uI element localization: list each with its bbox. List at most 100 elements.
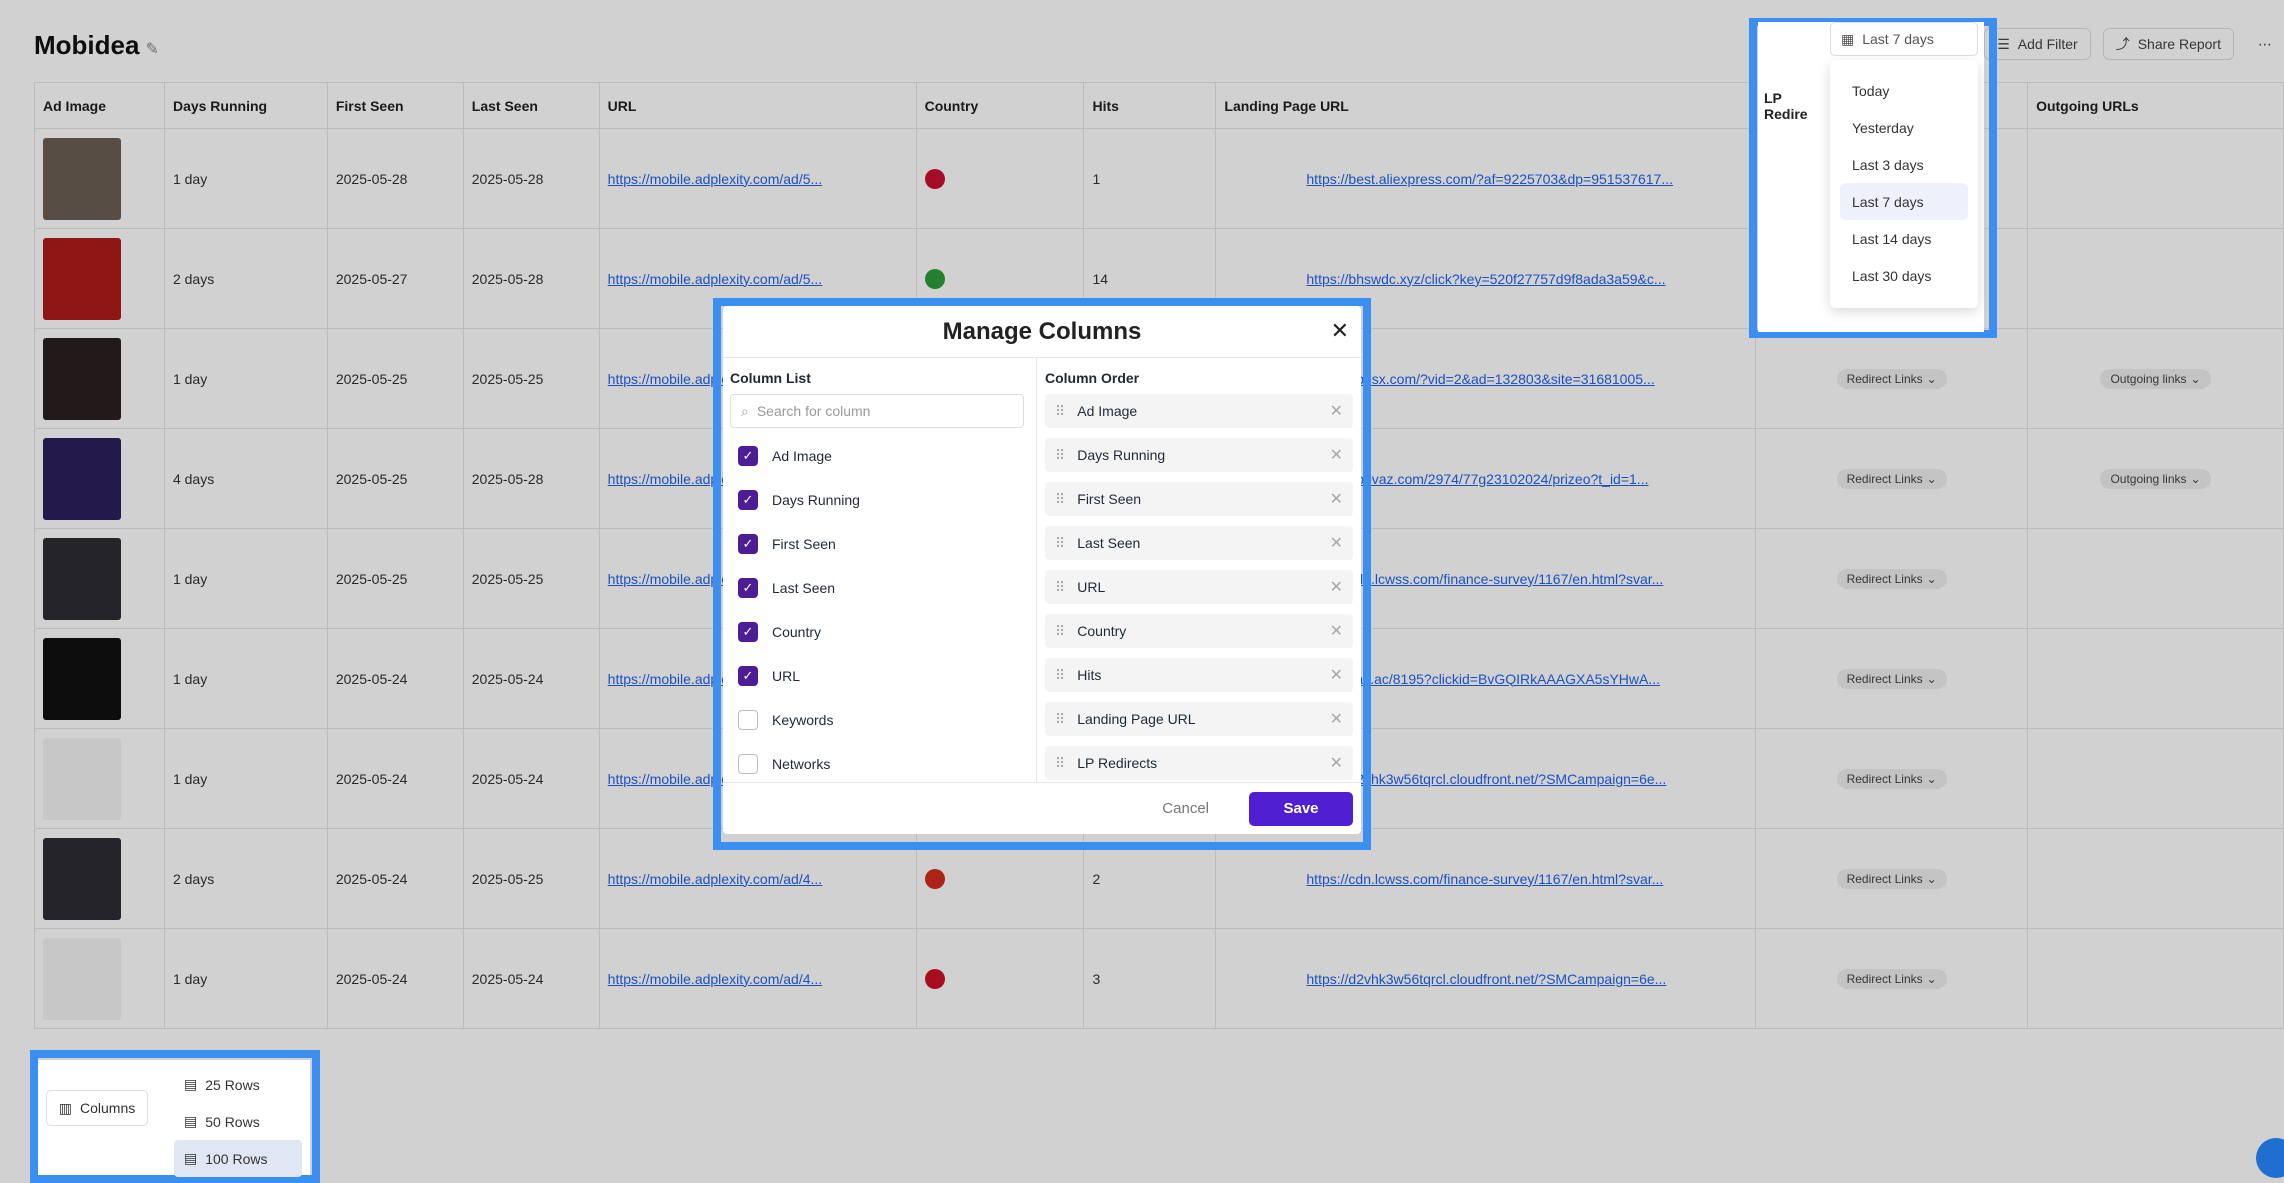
checkbox[interactable] — [738, 754, 758, 774]
column-order-left[interactable]: ⠿ Hits — [1055, 667, 1101, 684]
column-order-label[interactable]: Hits — [1077, 667, 1101, 683]
column-list-item[interactable]: ✓ URL — [730, 654, 1029, 698]
checkbox[interactable]: ✓ — [738, 622, 758, 642]
save-button[interactable]: Save — [1249, 791, 1353, 826]
checkbox[interactable]: ✓ — [738, 666, 758, 686]
column-order-left[interactable]: ⠿ Landing Page URL — [1055, 711, 1196, 728]
remove-column-icon[interactable]: ✕ — [1330, 753, 1343, 773]
column-list-label[interactable]: Days Running — [772, 492, 860, 508]
column-list-label[interactable]: Last Seen — [772, 580, 835, 596]
modal-title: Manage Columns — [942, 317, 1142, 345]
column-list-label[interactable]: Keywords — [772, 712, 833, 728]
column-list-label[interactable]: Ad Image — [772, 448, 832, 464]
column-list-item[interactable]: ✓ Days Running — [730, 478, 1029, 522]
column-order-left[interactable]: ⠿ Ad Image — [1055, 403, 1137, 420]
table-rows-icon[interactable]: ▤ — [184, 1113, 197, 1130]
column-order-left[interactable]: ⠿ First Seen — [1055, 491, 1141, 508]
column-order-label[interactable]: Last Seen — [1077, 535, 1140, 551]
column-order-left[interactable]: ⠿ LP Redirects — [1055, 755, 1157, 772]
column-order-label[interactable]: Landing Page URL — [1077, 711, 1195, 727]
column-list-label[interactable]: First Seen — [772, 536, 836, 552]
column-list-item[interactable]: ✓ Ad Image — [730, 434, 1029, 478]
date-option[interactable]: Last 7 days — [1840, 183, 1968, 220]
column-order-label[interactable]: Days Running — [1077, 447, 1165, 463]
checkbox[interactable] — [738, 710, 758, 730]
date-range-menu: Today Yesterday Last 3 days Last 7 days Last… — [1830, 60, 1978, 308]
cancel-button[interactable]: Cancel — [1162, 800, 1209, 817]
checkbox[interactable]: ✓ — [738, 578, 758, 598]
remove-column-icon[interactable]: ✕ — [1330, 577, 1343, 597]
column-order-item[interactable]: ⠿ URL ✕ — [1045, 570, 1353, 604]
checkbox[interactable]: ✓ — [738, 490, 758, 510]
drag-handle-icon[interactable]: ⠿ — [1055, 535, 1065, 552]
column-list-item[interactable]: ✓ First Seen — [730, 522, 1029, 566]
rows-menu-area: ▥ Columns ▤ 25 Rows ▤ 50 Rows ▤ 100 Rows — [38, 1060, 310, 1177]
column-list-label[interactable]: Country — [772, 624, 821, 640]
drag-handle-icon[interactable]: ⠿ — [1055, 447, 1065, 464]
column-order-left[interactable]: ⠿ Country — [1055, 623, 1126, 640]
drag-handle-icon[interactable]: ⠿ — [1055, 623, 1065, 640]
close-icon[interactable]: ✕ — [1331, 318, 1349, 344]
remove-column-icon[interactable]: ✕ — [1330, 533, 1343, 553]
column-list-panel: Column List ⌕ Search for column ✓ Ad Image… — [723, 358, 1037, 782]
column-order-item[interactable]: ⠿ Ad Image ✕ — [1045, 394, 1353, 428]
checkbox[interactable]: ✓ — [738, 534, 758, 554]
column-order-label[interactable]: Ad Image — [1077, 403, 1137, 419]
column-order-left[interactable]: ⠿ Days Running — [1055, 447, 1165, 464]
rows-option-label[interactable]: 25 Rows — [205, 1077, 259, 1093]
rows-option[interactable]: ▤ 100 Rows — [174, 1140, 302, 1177]
column-list-item[interactable]: ✓ Country — [730, 610, 1029, 654]
drag-handle-icon[interactable]: ⠿ — [1055, 711, 1065, 728]
date-option[interactable]: Last 3 days — [1840, 146, 1968, 183]
column-order-left[interactable]: ⠿ URL — [1055, 579, 1105, 596]
column-list-label[interactable]: URL — [772, 668, 800, 684]
drag-handle-icon[interactable]: ⠿ — [1055, 667, 1065, 684]
rows-option[interactable]: ▤ 50 Rows — [174, 1103, 302, 1140]
column-order-title: Column Order — [1045, 370, 1140, 386]
remove-column-icon[interactable]: ✕ — [1330, 621, 1343, 641]
columns-icon: ▥ — [58, 1099, 72, 1116]
date-range-button[interactable]: ▦ Last 7 days — [1830, 22, 1978, 56]
table-rows-icon[interactable]: ▤ — [184, 1076, 197, 1093]
date-option[interactable]: Last 30 days — [1840, 257, 1968, 294]
remove-column-icon[interactable]: ✕ — [1330, 665, 1343, 685]
drag-handle-icon[interactable]: ⠿ — [1055, 403, 1065, 420]
rows-option-label[interactable]: 50 Rows — [205, 1114, 259, 1130]
column-order-item[interactable]: ⠿ LP Redirects ✕ — [1045, 746, 1353, 780]
column-list-label[interactable]: Networks — [772, 756, 830, 772]
column-order-item[interactable]: ⠿ Country ✕ — [1045, 614, 1353, 648]
rows-option-label[interactable]: 100 Rows — [205, 1151, 267, 1167]
remove-column-icon[interactable]: ✕ — [1330, 709, 1343, 729]
column-order-item[interactable]: ⠿ First Seen ✕ — [1045, 482, 1353, 516]
remove-column-icon[interactable]: ✕ — [1330, 401, 1343, 421]
column-order-left[interactable]: ⠿ Last Seen — [1055, 535, 1140, 552]
column-list-item[interactable]: ✓ Last Seen — [730, 566, 1029, 610]
table-rows-icon[interactable]: ▤ — [184, 1150, 197, 1167]
rows-option[interactable]: ▤ 25 Rows — [174, 1066, 302, 1103]
columns-button[interactable]: ▥ Columns — [46, 1090, 148, 1126]
column-order-item[interactable]: ⠿ Days Running ✕ — [1045, 438, 1353, 472]
date-option[interactable]: Today — [1840, 72, 1968, 109]
column-order-item[interactable]: ⠿ Hits ✕ — [1045, 658, 1353, 692]
rows-per-page-menu: ▤ 25 Rows ▤ 50 Rows ▤ 100 Rows — [174, 1066, 302, 1177]
date-dropdown-area: LP Redire ▦ Last 7 days Today Yesterday Las… — [1758, 22, 1984, 332]
column-list-item[interactable]: Keywords — [730, 698, 1029, 742]
column-order-item[interactable]: ⠿ Last Seen ✕ — [1045, 526, 1353, 560]
drag-handle-icon[interactable]: ⠿ — [1055, 579, 1065, 596]
column-order-item[interactable]: ⠿ Landing Page URL ✕ — [1045, 702, 1353, 736]
remove-column-icon[interactable]: ✕ — [1330, 445, 1343, 465]
column-order-label[interactable]: Country — [1077, 623, 1126, 639]
column-list-item[interactable]: Networks — [730, 742, 1029, 786]
checkbox[interactable]: ✓ — [738, 446, 758, 466]
column-search-input[interactable]: ⌕ Search for column — [730, 394, 1024, 428]
drag-handle-icon[interactable]: ⠿ — [1055, 491, 1065, 508]
remove-column-icon[interactable]: ✕ — [1330, 489, 1343, 509]
column-order-label[interactable]: First Seen — [1077, 491, 1141, 507]
lp-redirects-header-partial: LP Redire — [1764, 90, 1808, 122]
column-order-label[interactable]: URL — [1077, 579, 1105, 595]
drag-handle-icon[interactable]: ⠿ — [1055, 755, 1065, 772]
date-option[interactable]: Yesterday — [1840, 109, 1968, 146]
column-order-label[interactable]: LP Redirects — [1077, 755, 1157, 771]
modal-footer: Cancel Save — [723, 782, 1361, 834]
date-option[interactable]: Last 14 days — [1840, 220, 1968, 257]
